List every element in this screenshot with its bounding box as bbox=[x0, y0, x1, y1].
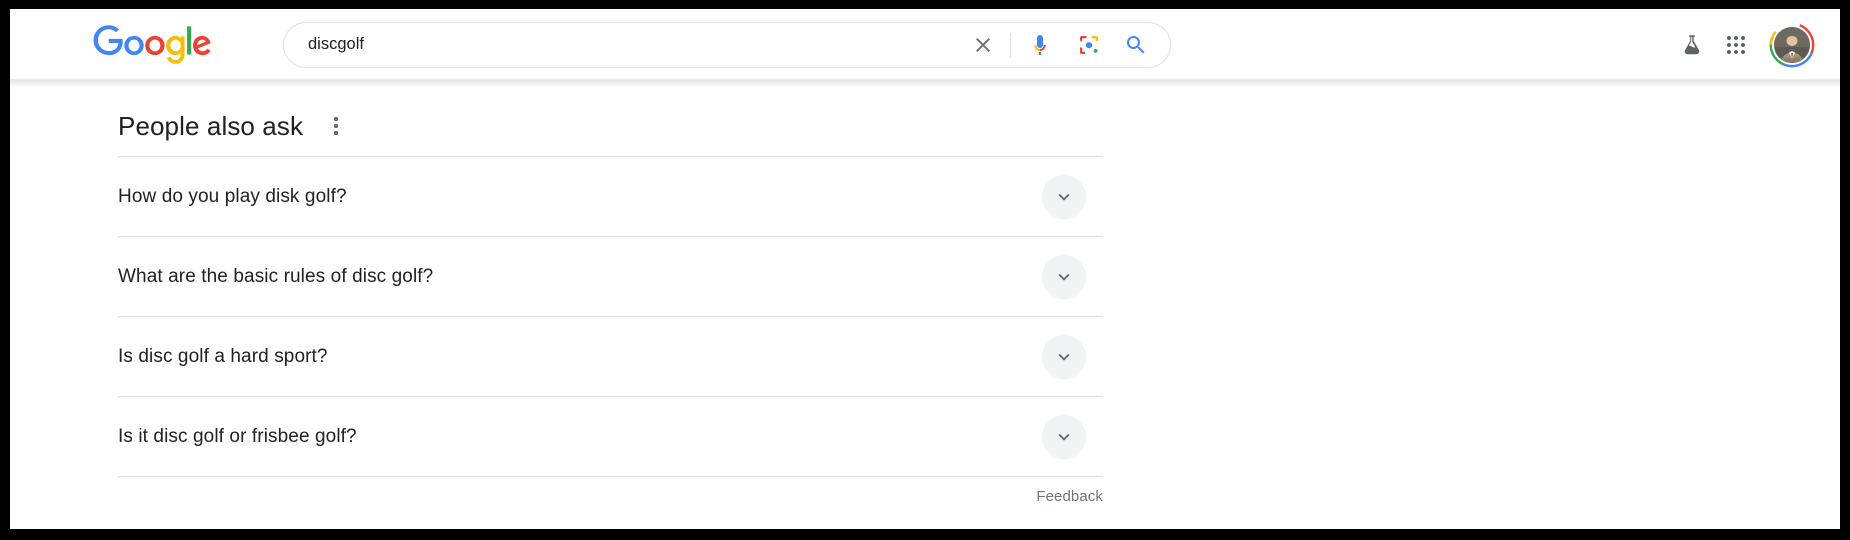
google-lens-button[interactable] bbox=[1069, 25, 1109, 65]
google-search-results-page: People also ask How do you play disk gol… bbox=[10, 9, 1840, 529]
account-avatar[interactable] bbox=[1768, 21, 1816, 69]
search-divider bbox=[1010, 32, 1011, 57]
search-header bbox=[10, 9, 1840, 87]
labs-flask-icon bbox=[1684, 34, 1700, 54]
chevron-down-icon bbox=[1058, 273, 1070, 281]
close-icon bbox=[976, 37, 990, 52]
results-main: People also ask How do you play disk gol… bbox=[10, 80, 1840, 505]
list-item[interactable]: How do you play disk golf? bbox=[118, 156, 1103, 236]
chevron-down-icon bbox=[1058, 353, 1070, 361]
feedback-link[interactable]: Feedback bbox=[1036, 488, 1103, 505]
chevron-down-icon bbox=[1058, 433, 1070, 441]
expand-question-button[interactable] bbox=[1042, 414, 1086, 459]
screenshot-frame: People also ask How do you play disk gol… bbox=[0, 0, 1850, 540]
list-item[interactable]: Is it disc golf or frisbee golf? bbox=[118, 396, 1103, 476]
google-logo[interactable] bbox=[93, 24, 212, 64]
people-also-ask-list: How do you play disk golf? What are the … bbox=[118, 156, 1103, 505]
header-actions bbox=[1670, 21, 1816, 69]
expand-question-button[interactable] bbox=[1042, 254, 1086, 299]
google-lens-icon bbox=[1080, 35, 1098, 54]
voice-search-button[interactable] bbox=[1020, 25, 1060, 65]
search-icon bbox=[1127, 35, 1145, 53]
google-apps-button[interactable] bbox=[1714, 23, 1758, 67]
question-text: Is it disc golf or frisbee golf? bbox=[118, 425, 357, 447]
question-text: What are the basic rules of disc golf? bbox=[118, 265, 434, 287]
clear-search-button[interactable] bbox=[963, 25, 1003, 65]
search-submit-button[interactable] bbox=[1116, 25, 1156, 65]
feedback-row: Feedback bbox=[118, 488, 1103, 505]
list-bottom-rule bbox=[118, 476, 1103, 478]
expand-question-button[interactable] bbox=[1042, 334, 1086, 379]
list-item[interactable]: What are the basic rules of disc golf? bbox=[118, 236, 1103, 316]
microphone-icon bbox=[1034, 34, 1046, 55]
question-text: Is disc golf a hard sport? bbox=[118, 345, 328, 367]
google-apps-grid-icon bbox=[1727, 35, 1745, 54]
three-dots-vertical-icon[interactable] bbox=[323, 111, 349, 141]
search-input[interactable] bbox=[284, 22, 963, 67]
expand-question-button[interactable] bbox=[1042, 174, 1086, 219]
chevron-down-icon bbox=[1058, 193, 1070, 201]
question-text: How do you play disk golf? bbox=[118, 185, 347, 207]
search-labs-button[interactable] bbox=[1670, 23, 1714, 67]
header-bottom-rule bbox=[10, 79, 1840, 80]
people-also-ask-header: People also ask bbox=[118, 107, 1103, 145]
list-item[interactable]: Is disc golf a hard sport? bbox=[118, 316, 1103, 396]
page-title: People also ask bbox=[118, 111, 304, 141]
search-box[interactable] bbox=[283, 21, 1171, 68]
